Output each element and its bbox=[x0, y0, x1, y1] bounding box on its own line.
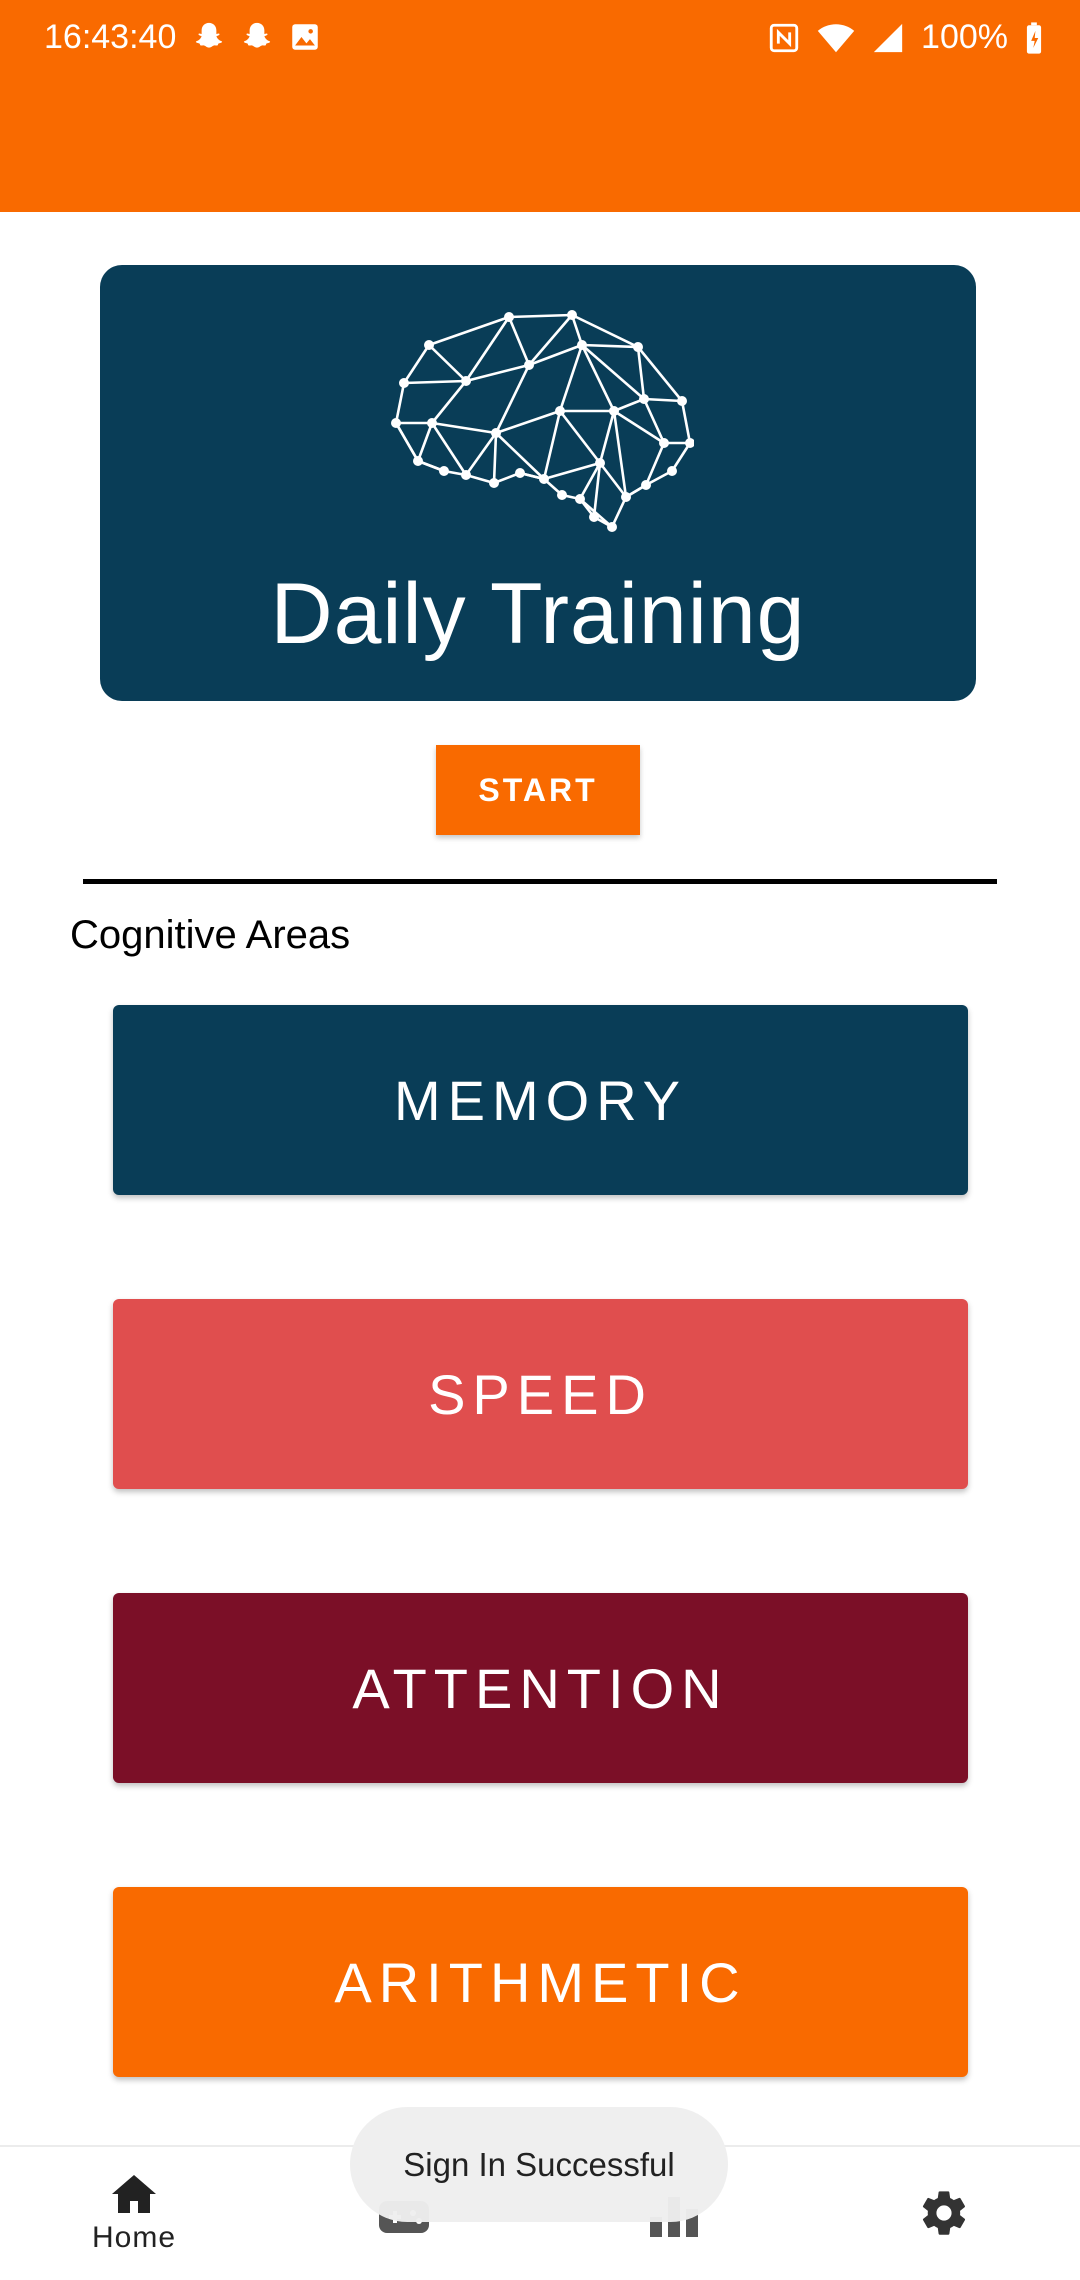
brain-network-icon bbox=[391, 310, 694, 532]
memory-button[interactable]: MEMORY bbox=[113, 1005, 968, 1195]
nav-settings[interactable] bbox=[844, 2147, 1044, 2280]
status-time: 16:43:40 bbox=[44, 18, 177, 56]
toast-message: Sign In Successful bbox=[350, 2107, 728, 2222]
nav-home[interactable]: Home bbox=[34, 2147, 234, 2280]
system-status: 100% bbox=[767, 18, 1044, 57]
signal-icon bbox=[871, 21, 905, 55]
image-icon bbox=[288, 20, 322, 54]
section-divider bbox=[83, 879, 997, 884]
daily-training-title: Daily Training bbox=[270, 566, 806, 662]
battery-percent: 100% bbox=[921, 18, 1008, 56]
app-screen: 16:43:40 100% Daily Training START Cogni… bbox=[0, 0, 1080, 2280]
app-bar: 16:43:40 100% bbox=[0, 0, 1080, 212]
wifi-icon bbox=[817, 21, 855, 55]
attention-button[interactable]: ATTENTION bbox=[113, 1593, 968, 1783]
nav-home-label: Home bbox=[91, 2221, 177, 2254]
daily-training-card[interactable]: Daily Training bbox=[100, 265, 976, 701]
home-icon bbox=[110, 2173, 158, 2215]
notification-icons bbox=[192, 20, 322, 54]
cognitive-areas-heading: Cognitive Areas bbox=[70, 913, 351, 957]
start-button[interactable]: START bbox=[436, 745, 640, 835]
snapchat-icon bbox=[240, 20, 274, 54]
nfc-icon bbox=[767, 21, 801, 55]
gear-icon bbox=[918, 2187, 970, 2239]
snapchat-icon bbox=[192, 20, 226, 54]
battery-charging-icon bbox=[1024, 21, 1044, 55]
speed-button[interactable]: SPEED bbox=[113, 1299, 968, 1489]
arithmetic-button[interactable]: ARITHMETIC bbox=[113, 1887, 968, 2077]
